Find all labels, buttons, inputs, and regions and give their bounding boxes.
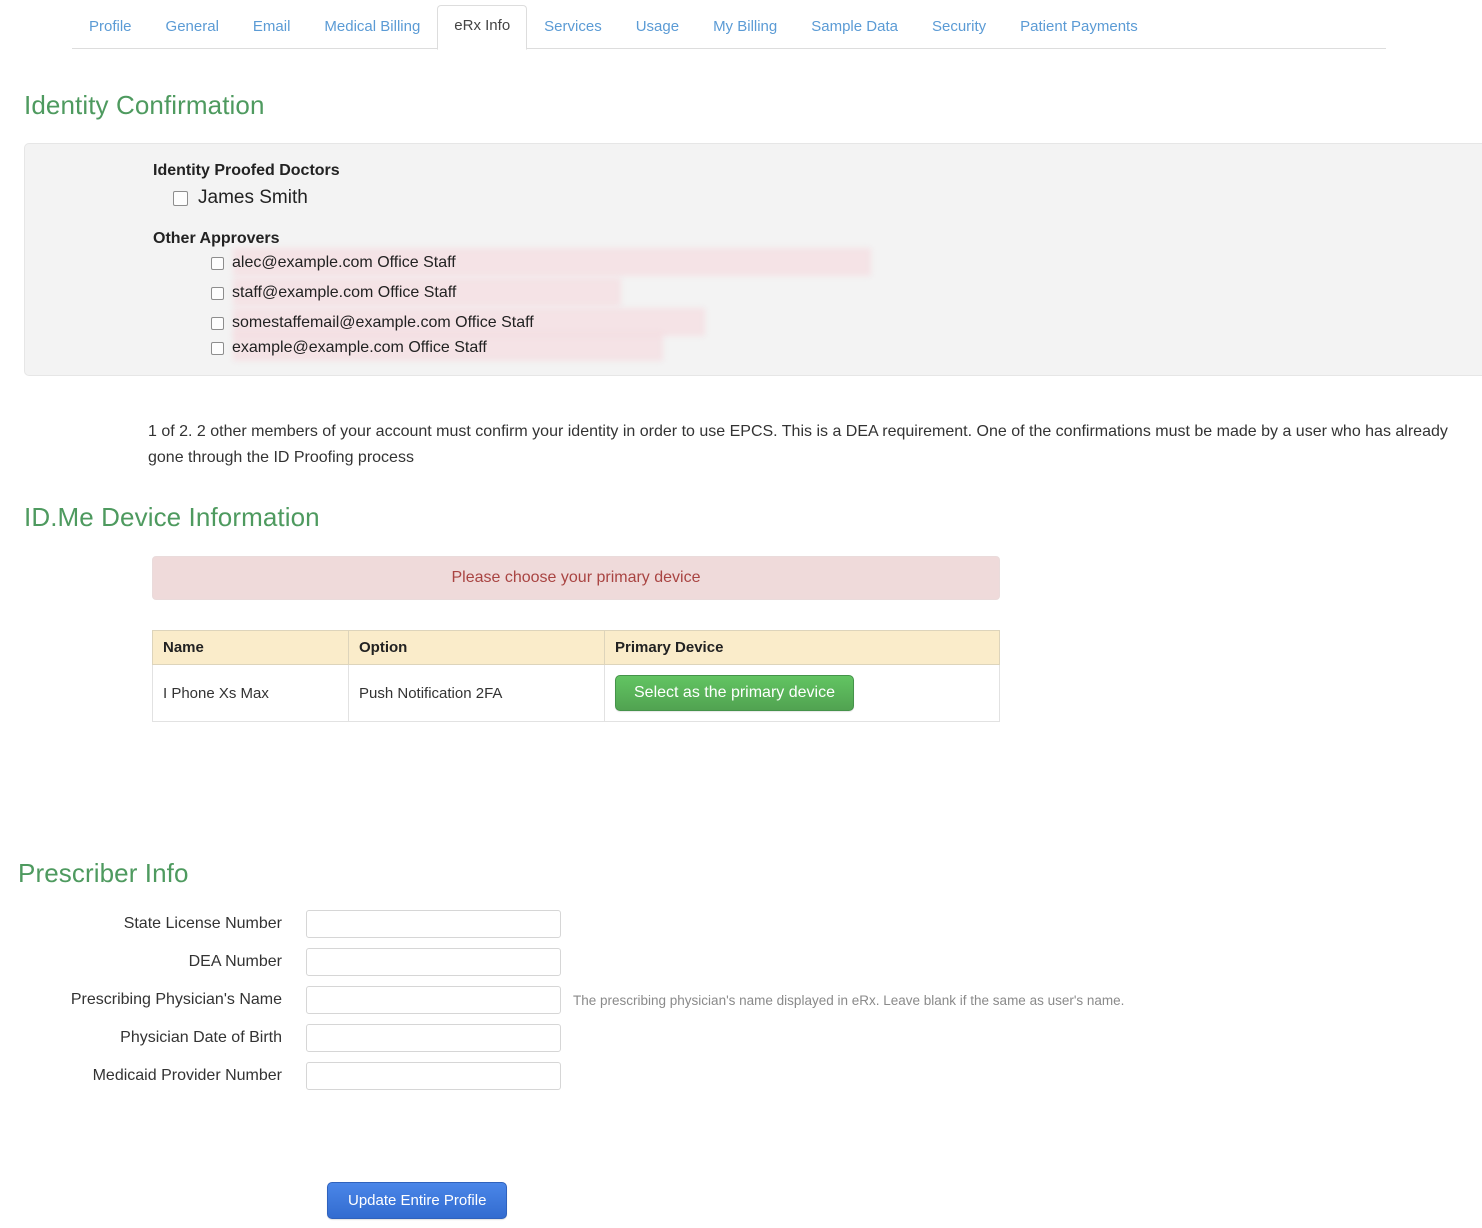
primary-device-alert: Please choose your primary device: [152, 556, 1000, 600]
approver-row[interactable]: example@example.com Office Staff: [211, 333, 971, 361]
approver-label: alec@example.com Office Staff: [232, 254, 456, 271]
device-col-option: Option: [348, 630, 605, 665]
device-name-cell: I Phone Xs Max: [152, 664, 349, 722]
update-entire-profile-button[interactable]: Update Entire Profile: [327, 1182, 508, 1219]
doctor-checkbox-james-smith[interactable]: [173, 190, 188, 206]
other-approvers-list: alec@example.com Office Staff staff@exam…: [211, 248, 971, 361]
approver-row[interactable]: somestaffemail@example.com Office Staff: [211, 308, 971, 336]
approver-checkbox-1[interactable]: [211, 256, 224, 270]
tab-sample-data[interactable]: Sample Data: [794, 6, 915, 50]
identity-proofed-doctors-label: Identity Proofed Doctors: [153, 162, 340, 179]
tab-general[interactable]: General: [149, 6, 236, 50]
tab-security[interactable]: Security: [915, 6, 1003, 50]
dea-number-input[interactable]: [306, 948, 561, 976]
prescribing-physicians-name-label: Prescribing Physician's Name: [70, 991, 282, 1008]
table-row: I Phone Xs Max Push Notification 2FA Sel…: [152, 664, 1000, 722]
form-row-physician-date-of-birth: Physician Date of Birth: [0, 1019, 1482, 1057]
device-col-name: Name: [152, 630, 349, 665]
select-primary-device-button[interactable]: Select as the primary device: [615, 675, 854, 711]
approver-row[interactable]: staff@example.com Office Staff: [211, 278, 971, 306]
device-table: Name Option Primary Device I Phone Xs Ma…: [152, 630, 1000, 722]
medicaid-provider-number-input[interactable]: [306, 1062, 561, 1090]
physician-date-of-birth-label: Physician Date of Birth: [120, 1029, 282, 1046]
state-license-number-label: State License Number: [123, 915, 282, 932]
approver-label: somestaffemail@example.com Office Staff: [232, 314, 534, 331]
approver-checkbox-2[interactable]: [211, 286, 224, 300]
profile-tabs: Profile General Email Medical Billing eR…: [72, 0, 1386, 50]
identity-confirmation-explanation: 1 of 2. 2 other members of your account …: [148, 423, 1448, 466]
form-row-state-license-number: State License Number: [0, 905, 1482, 943]
device-option-cell: Push Notification 2FA: [348, 664, 605, 722]
medicaid-provider-number-label: Medicaid Provider Number: [92, 1067, 282, 1084]
device-primary-cell: Select as the primary device: [604, 664, 1000, 722]
approver-label: staff@example.com Office Staff: [232, 284, 457, 301]
tab-erx-info[interactable]: eRx Info: [437, 5, 528, 50]
primary-device-alert-text: Please choose your primary device: [451, 569, 701, 586]
tab-patient-payments[interactable]: Patient Payments: [1003, 6, 1155, 50]
approver-checkbox-3[interactable]: [211, 316, 224, 330]
prescriber-info-heading: Prescriber Info: [18, 858, 189, 888]
tab-profile[interactable]: Profile: [72, 6, 149, 50]
prescribing-physicians-name-input[interactable]: [306, 986, 561, 1014]
form-row-prescribing-physicians-name: Prescribing Physician's Name The prescri…: [0, 981, 1482, 1019]
device-table-header-row: Name Option Primary Device: [152, 630, 1000, 665]
tab-usage[interactable]: Usage: [619, 6, 696, 50]
prescriber-info-form: State License Number DEA Number Prescrib…: [0, 905, 1482, 1095]
other-approvers-label: Other Approvers: [153, 230, 280, 247]
identity-confirmation-heading: Identity Confirmation: [24, 90, 265, 120]
state-license-number-input[interactable]: [306, 910, 561, 938]
idme-device-information-heading: ID.Me Device Information: [24, 502, 320, 532]
tab-email[interactable]: Email: [236, 6, 308, 50]
tab-services[interactable]: Services: [527, 6, 619, 50]
tab-my-billing[interactable]: My Billing: [696, 6, 794, 50]
tab-medical-billing[interactable]: Medical Billing: [307, 6, 437, 50]
physician-date-of-birth-input[interactable]: [306, 1024, 561, 1052]
approver-row[interactable]: alec@example.com Office Staff: [211, 248, 971, 276]
form-row-medicaid-provider-number: Medicaid Provider Number: [0, 1057, 1482, 1095]
dea-number-label: DEA Number: [188, 953, 282, 970]
proofed-doctor-row[interactable]: James Smith: [173, 187, 308, 209]
form-row-dea-number: DEA Number: [0, 943, 1482, 981]
device-col-primary: Primary Device: [604, 630, 1000, 665]
doctor-name: James Smith: [198, 187, 308, 208]
approver-label: example@example.com Office Staff: [232, 339, 487, 356]
approver-checkbox-4[interactable]: [211, 341, 224, 355]
prescribing-physicians-name-help: The prescribing physician's name display…: [573, 992, 1125, 1008]
identity-confirmation-panel: Identity Proofed Doctors James Smith Oth…: [24, 143, 1482, 376]
